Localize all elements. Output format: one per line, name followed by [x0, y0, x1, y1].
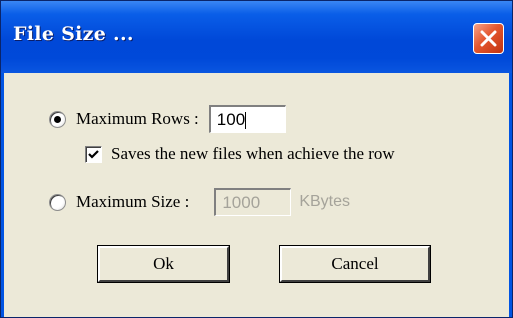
- close-button[interactable]: [473, 23, 504, 54]
- file-size-dialog: File Size ... Maximum Rows : 100 Saves t…: [0, 0, 513, 318]
- max-rows-value: 100: [216, 110, 246, 129]
- close-icon: [480, 30, 497, 47]
- save-new-files-checkbox[interactable]: [85, 145, 102, 163]
- max-size-input[interactable]: 1000: [214, 188, 292, 216]
- dialog-body: Maximum Rows : 100 Saves the new files w…: [4, 73, 509, 317]
- title-bar[interactable]: File Size ...: [1, 1, 512, 73]
- max-rows-input[interactable]: 100: [208, 105, 286, 133]
- cancel-button-label: Cancel: [331, 254, 379, 273]
- max-rows-label: Maximum Rows :: [76, 109, 199, 128]
- checkmark-icon: [88, 149, 99, 159]
- window-title: File Size ...: [13, 23, 134, 45]
- max-size-value: 1000: [222, 193, 261, 212]
- ok-button[interactable]: Ok: [98, 246, 229, 282]
- ok-button-label: Ok: [153, 254, 174, 273]
- max-rows-option: Maximum Rows : 100: [49, 105, 286, 133]
- max-size-label: Maximum Size :: [76, 192, 190, 211]
- max-size-unit-label: KBytes: [299, 193, 351, 210]
- save-new-files-label: Saves the new files when achieve the row: [111, 144, 395, 163]
- save-new-files-option: Saves the new files when achieve the row: [85, 144, 395, 164]
- max-size-option: Maximum Size : 1000 KBytes: [49, 188, 350, 216]
- max-size-radio[interactable]: [49, 193, 66, 211]
- max-rows-radio[interactable]: [49, 110, 66, 128]
- text-cursor: [245, 112, 247, 130]
- cancel-button[interactable]: Cancel: [280, 246, 430, 282]
